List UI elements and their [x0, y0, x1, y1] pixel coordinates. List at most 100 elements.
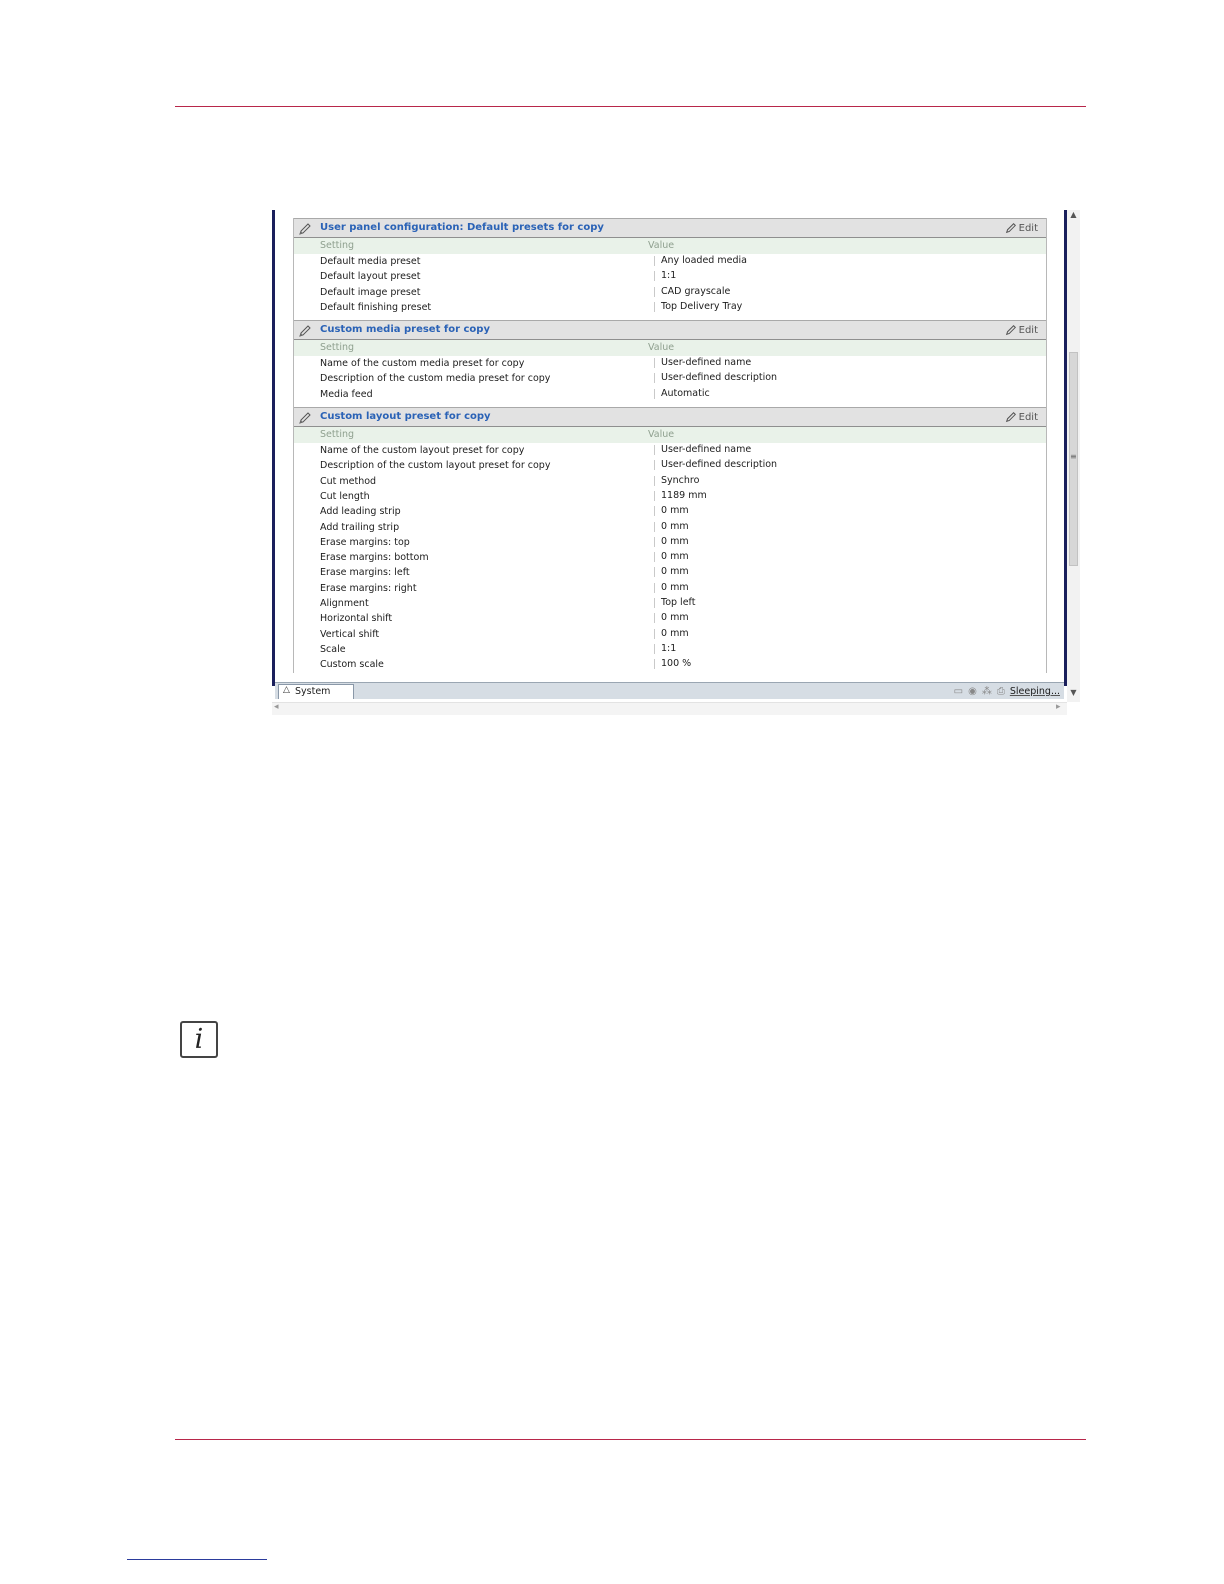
setting-value: 1:1: [654, 643, 676, 654]
setting-name: Cut length: [320, 490, 370, 502]
setting-name: Media feed: [320, 388, 373, 400]
setting-row[interactable]: Description of the custom media preset f…: [294, 371, 1046, 386]
setting-row[interactable]: Default layout preset 1:1: [294, 269, 1046, 284]
setting-name: Erase margins: top: [320, 536, 410, 548]
setting-value: Synchro: [654, 475, 699, 486]
pencil-icon: [298, 221, 312, 235]
edit-label: Edit: [1018, 222, 1038, 234]
column-header: Setting Value: [294, 340, 1046, 357]
setting-row[interactable]: Default media preset Any loaded media: [294, 254, 1046, 269]
setting-value: 0 mm: [654, 628, 689, 639]
info-glyph: i: [194, 1024, 204, 1055]
setting-value: User-defined description: [654, 373, 777, 384]
tab-system-label: System: [295, 686, 331, 697]
setting-row[interactable]: Add leading strip 0 mm: [294, 504, 1046, 519]
settings-icon[interactable]: ◉: [968, 686, 977, 697]
setting-row[interactable]: Name of the custom layout preset for cop…: [294, 443, 1046, 458]
setting-name: Name of the custom layout preset for cop…: [320, 445, 525, 457]
window-left-border: [272, 210, 275, 686]
scroll-up-icon[interactable]: ▲: [1067, 210, 1080, 219]
folder-icon[interactable]: ▭: [954, 686, 963, 697]
scroll-grip-icon: ≡: [1070, 452, 1077, 461]
scroll-down-icon[interactable]: ▼: [1067, 688, 1080, 697]
setting-value: 100 %: [654, 659, 691, 670]
setting-name: Scale: [320, 643, 346, 655]
column-header: Setting Value: [294, 427, 1046, 444]
setting-name: Default media preset: [320, 256, 421, 267]
section-title: Custom layout preset for copy: [320, 411, 491, 423]
setting-name: Erase margins: right: [320, 582, 417, 594]
edit-pencil-icon: [1005, 412, 1016, 423]
setting-row[interactable]: Alignment Top left: [294, 596, 1046, 611]
setting-row[interactable]: Media feed Automatic: [294, 387, 1046, 402]
column-setting: Setting: [320, 342, 355, 354]
setting-name: Add trailing strip: [320, 521, 400, 533]
setting-name: Description of the custom layout preset …: [320, 460, 551, 472]
setting-row[interactable]: Name of the custom media preset for copy…: [294, 356, 1046, 371]
setting-row[interactable]: Default finishing preset Top Delivery Tra…: [294, 300, 1046, 315]
setting-row[interactable]: Default image preset CAD grayscale: [294, 285, 1046, 300]
scroll-left-icon[interactable]: ◂: [274, 702, 279, 712]
tab-system[interactable]: △ System: [278, 684, 354, 699]
setting-row[interactable]: Erase margins: left 0 mm: [294, 565, 1046, 580]
info-icon: i: [180, 1021, 218, 1058]
setting-name: Cut method: [320, 475, 377, 487]
setting-name: Add leading strip: [320, 506, 401, 518]
setting-row[interactable]: Erase margins: bottom 0 mm: [294, 550, 1046, 565]
setting-name: Description of the custom media preset f…: [320, 373, 551, 385]
printer-icon[interactable]: ⎙: [997, 686, 1005, 697]
horizontal-scrollbar[interactable]: ◂ ▸: [272, 702, 1067, 715]
edit-label: Edit: [1018, 411, 1038, 423]
setting-name: Erase margins: left: [320, 567, 410, 579]
setting-name: Default layout preset: [320, 271, 421, 283]
setting-row[interactable]: Add trailing strip 0 mm: [294, 520, 1046, 535]
setting-value: 0 mm: [654, 552, 689, 563]
setting-value: 1:1: [654, 271, 676, 282]
section-title: User panel configuration: Default preset…: [320, 222, 604, 233]
setting-row[interactable]: Cut length 1189 mm: [294, 489, 1046, 504]
setting-name: Default finishing preset: [320, 301, 432, 313]
setting-value: Any loaded media: [654, 256, 747, 266]
setting-value: User-defined name: [654, 358, 751, 369]
edit-pencil-icon: [1005, 222, 1016, 234]
edit-label: Edit: [1018, 324, 1038, 336]
setting-row[interactable]: Erase margins: top 0 mm: [294, 535, 1046, 550]
setting-value: Automatic: [654, 388, 710, 399]
setting-value: 0 mm: [654, 582, 689, 593]
setting-name: Vertical shift: [320, 628, 380, 640]
status-icons: ▭ ◉ ⁂ ⎙ Sleeping...: [954, 684, 1060, 698]
setting-value: CAD grayscale: [654, 286, 730, 297]
network-icon[interactable]: ⁂: [982, 686, 992, 697]
edit-button[interactable]: Edit: [1005, 220, 1038, 236]
setting-value: 0 mm: [654, 567, 689, 578]
setting-row[interactable]: Horizontal shift 0 mm: [294, 611, 1046, 626]
setting-row[interactable]: Scale 1:1: [294, 642, 1046, 657]
setting-row[interactable]: Vertical shift 0 mm: [294, 627, 1046, 642]
column-header: Setting Value: [294, 238, 1046, 254]
header-rule: [175, 106, 1086, 107]
edit-pencil-icon: [1005, 325, 1016, 336]
setting-value: Top left: [654, 598, 695, 609]
vertical-scrollbar[interactable]: ▲ ≡ ▼: [1067, 210, 1080, 702]
edit-button[interactable]: Edit: [1005, 409, 1038, 425]
pencil-icon: [298, 410, 312, 424]
setting-value: 0 mm: [654, 506, 689, 517]
pencil-icon: [298, 323, 312, 337]
setting-row[interactable]: Description of the custom layout preset …: [294, 458, 1046, 473]
edit-button[interactable]: Edit: [1005, 322, 1038, 338]
setting-row[interactable]: Custom scale 100 %: [294, 657, 1046, 672]
screenshot: User panel configuration: Default preset…: [272, 210, 1080, 716]
footer-link-underline: [127, 1559, 267, 1560]
column-setting: Setting: [320, 429, 355, 441]
setting-row[interactable]: Erase margins: right 0 mm: [294, 581, 1046, 596]
setting-row[interactable]: Cut method Synchro: [294, 474, 1046, 489]
section-header: Custom layout preset for copy Edit: [294, 407, 1046, 428]
setting-value: Top Delivery Tray: [654, 301, 742, 312]
setting-name: Default image preset: [320, 286, 421, 298]
scroll-right-icon[interactable]: ▸: [1056, 702, 1061, 712]
settings-panel: User panel configuration: Default preset…: [293, 218, 1047, 673]
status-text[interactable]: Sleeping...: [1010, 686, 1060, 697]
status-bar: △ System ▭ ◉ ⁂ ⎙ Sleeping...: [275, 682, 1064, 699]
setting-value: 0 mm: [654, 521, 689, 532]
setting-name: Erase margins: bottom: [320, 552, 429, 564]
